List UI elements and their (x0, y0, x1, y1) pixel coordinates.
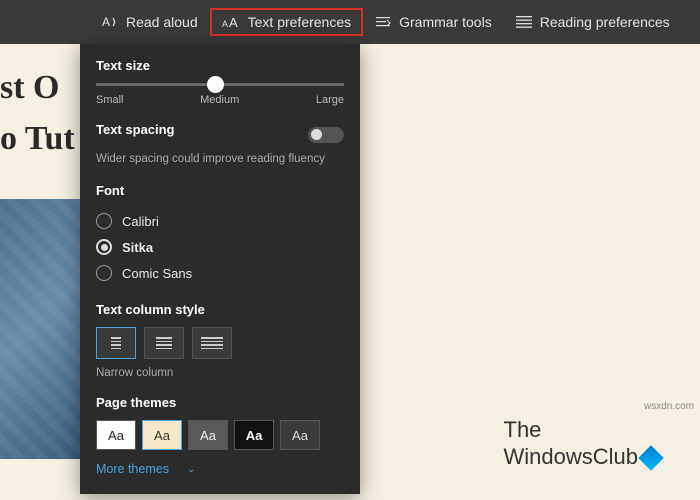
site-logo: The WindowsClub (504, 417, 661, 470)
more-themes-link[interactable]: More themes ⌄ (96, 462, 344, 476)
text-spacing-title: Text spacing (96, 122, 175, 137)
chevron-down-icon: ⌄ (187, 464, 195, 475)
column-style-title: Text column style (96, 302, 344, 317)
column-style-current: Narrow column (96, 367, 344, 379)
column-wide-button[interactable] (192, 327, 232, 359)
radio-icon (96, 213, 112, 229)
text-size-title: Text size (96, 58, 344, 73)
column-narrow-button[interactable] (96, 327, 136, 359)
reading-preferences-button[interactable]: Reading preferences (504, 8, 682, 36)
read-aloud-icon: A (102, 14, 118, 30)
reader-toolbar: A Read aloud AA Text preferences Grammar… (0, 0, 700, 44)
text-preferences-icon: AA (222, 15, 240, 29)
slider-thumb[interactable] (207, 76, 224, 93)
radio-icon (96, 265, 112, 281)
grammar-tools-button[interactable]: Grammar tools (363, 8, 504, 36)
svg-text:A: A (222, 19, 228, 29)
theme-black-button[interactable]: Aa (234, 420, 274, 450)
text-preferences-label: Text preferences (248, 14, 352, 30)
radio-icon (96, 239, 112, 255)
grammar-tools-label: Grammar tools (399, 14, 492, 30)
article-image (0, 199, 90, 459)
column-medium-button[interactable] (144, 327, 184, 359)
svg-text:A: A (102, 15, 110, 29)
font-title: Font (96, 183, 344, 198)
text-size-slider[interactable] (96, 83, 344, 86)
text-spacing-description: Wider spacing could improve reading flue… (96, 151, 344, 167)
logo-icon (638, 445, 663, 470)
font-option-comic-sans[interactable]: Comic Sans (96, 260, 344, 286)
reading-preferences-label: Reading preferences (540, 14, 670, 30)
read-aloud-button[interactable]: A Read aloud (90, 8, 210, 36)
text-preferences-panel: Text size Small Medium Large Text spacin… (80, 44, 360, 494)
theme-sepia-button[interactable]: Aa (142, 420, 182, 450)
read-aloud-label: Read aloud (126, 14, 198, 30)
text-preferences-button[interactable]: AA Text preferences (210, 8, 364, 36)
page-themes-title: Page themes (96, 395, 344, 410)
theme-white-button[interactable]: Aa (96, 420, 136, 450)
theme-dark-button[interactable]: Aa (280, 420, 320, 450)
font-option-calibri[interactable]: Calibri (96, 208, 344, 234)
reading-preferences-icon (516, 16, 532, 28)
slider-labels: Small Medium Large (96, 94, 344, 106)
theme-gray-button[interactable]: Aa (188, 420, 228, 450)
grammar-tools-icon (375, 15, 391, 29)
svg-text:A: A (229, 15, 238, 29)
font-option-sitka[interactable]: Sitka (96, 234, 344, 260)
watermark: wsxdn.com (644, 401, 694, 412)
text-spacing-toggle[interactable] (308, 127, 344, 143)
font-radio-group: Calibri Sitka Comic Sans (96, 208, 344, 286)
